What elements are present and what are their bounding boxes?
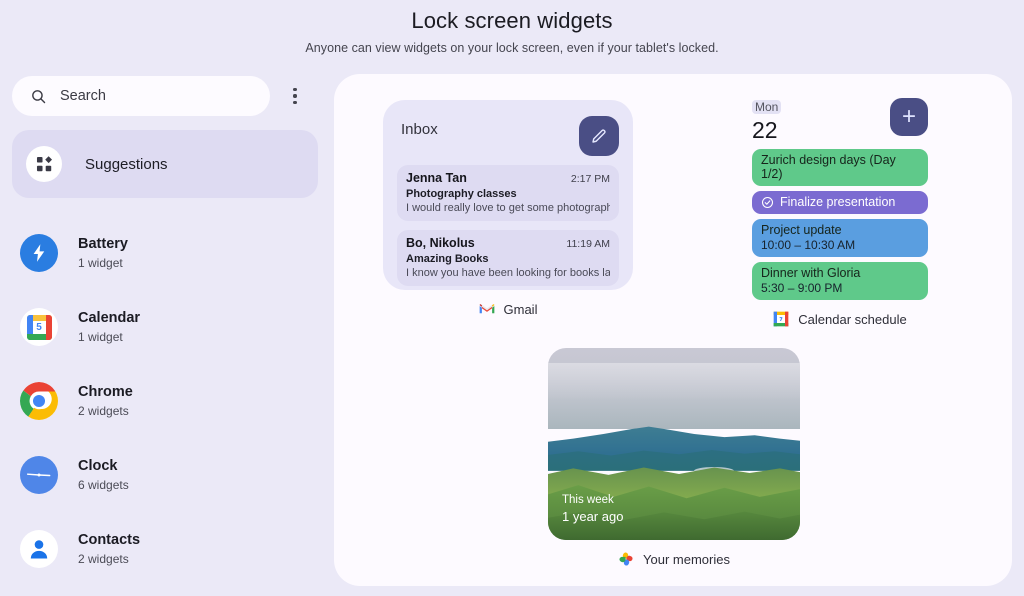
search-icon xyxy=(32,89,46,103)
calendar-widget-header: Mon 22 + xyxy=(752,98,928,144)
email-time: 11:19 AM xyxy=(566,238,610,250)
plus-icon: + xyxy=(901,103,916,130)
page-header: Lock screen widgets Anyone can view widg… xyxy=(0,8,1024,55)
calendar-event[interactable]: Project update 10:00 – 10:30 AM xyxy=(752,219,928,257)
contacts-person-icon xyxy=(20,530,58,568)
google-calendar-icon xyxy=(773,311,789,327)
gmail-widget-caption-label: Gmail xyxy=(503,301,538,317)
widget-gmail[interactable]: Inbox Jenna Tan 2:17 PM Photography clas… xyxy=(383,100,633,317)
sidebar-item-label: Chrome xyxy=(78,383,133,400)
widget-sidebar: Search Suggestions Battery 1 widget 5 Ca… xyxy=(0,70,330,590)
memories-period-label: This week xyxy=(562,494,614,506)
battery-bolt-icon xyxy=(20,234,58,272)
calendar-event[interactable]: Dinner with Gloria 5:30 – 9:00 PM xyxy=(752,262,928,300)
sidebar-item-text: Chrome 2 widgets xyxy=(78,384,133,419)
page-subtitle: Anyone can view widgets on your lock scr… xyxy=(305,41,719,55)
sidebar-item-label: Battery xyxy=(78,235,128,252)
calendar-date-block: Mon 22 xyxy=(752,98,782,143)
google-chrome-icon xyxy=(20,382,58,420)
pencil-edit-icon xyxy=(592,129,606,143)
gmail-widget-caption: Gmail xyxy=(383,301,633,317)
sidebar-item-battery[interactable]: Battery 1 widget xyxy=(20,228,320,278)
photo-far-ridge xyxy=(548,426,800,456)
gmail-widget-header: Inbox xyxy=(397,116,619,156)
calendar-event-title: Zurich design days (Day 1/2) xyxy=(761,153,896,181)
email-subject: Amazing Books xyxy=(406,253,489,265)
sidebar-item-clock[interactable]: Clock 6 widgets xyxy=(20,450,320,500)
sidebar-item-count: 1 widget xyxy=(78,255,123,270)
sidebar-item-text: Calendar 1 widget xyxy=(78,310,140,345)
search-placeholder-text: Search xyxy=(60,88,106,104)
email-row-header: Jenna Tan 2:17 PM xyxy=(406,171,610,185)
google-photos-icon xyxy=(619,552,633,566)
memories-overlay-text: This week 1 year ago xyxy=(562,492,623,526)
sidebar-item-text: Battery 1 widget xyxy=(78,236,128,271)
compose-button[interactable] xyxy=(579,116,619,156)
search-row: Search xyxy=(12,76,318,116)
sidebar-item-count: 2 widgets xyxy=(78,551,129,566)
calendar-day-of-week: Mon xyxy=(752,100,782,114)
sidebar-item-calendar[interactable]: 5 Calendar 1 widget xyxy=(20,302,320,352)
calendar-widget-caption-label: Calendar schedule xyxy=(798,311,907,327)
sidebar-item-text: Clock 6 widgets xyxy=(78,458,129,493)
sidebar-item-label: Contacts xyxy=(78,531,141,548)
sidebar-item-text: Contacts 2 widgets xyxy=(78,532,140,567)
calendar-widget-card[interactable]: Mon 22 + Zurich design days (Day 1/2) Fi… xyxy=(752,98,928,300)
calendar-event-title: Finalize presentation xyxy=(780,195,896,209)
memories-age-label: 1 year ago xyxy=(562,509,624,524)
email-row[interactable]: Bo, Nikolus 11:19 AM Amazing Books I kno… xyxy=(397,230,619,286)
clock-icon xyxy=(20,456,58,494)
widget-preview-panel: Inbox Jenna Tan 2:17 PM Photography clas… xyxy=(334,74,1012,586)
photo-sky xyxy=(548,348,800,429)
email-row-header: Bo, Nikolus 11:19 AM xyxy=(406,236,610,250)
sidebar-item-count: 6 widgets xyxy=(78,477,129,492)
more-vert-icon[interactable] xyxy=(278,79,312,113)
memories-widget-caption-label: Your memories xyxy=(643,551,730,567)
email-snippet: I know you have been looking for books l… xyxy=(406,267,610,279)
email-subject: Photography classes xyxy=(406,188,517,200)
sidebar-item-count: 2 widgets xyxy=(78,403,129,418)
calendar-event-title: Dinner with Gloria xyxy=(761,266,861,280)
widget-calendar-schedule[interactable]: Mon 22 + Zurich design days (Day 1/2) Fi… xyxy=(752,98,928,327)
email-sender: Bo, Nikolus xyxy=(406,236,475,250)
gmail-inbox-title: Inbox xyxy=(401,121,438,138)
email-time: 2:17 PM xyxy=(570,173,610,185)
add-event-button[interactable]: + xyxy=(890,98,928,136)
page-title: Lock screen widgets xyxy=(411,8,613,33)
google-calendar-icon: 5 xyxy=(20,308,58,346)
gmail-m-icon xyxy=(479,304,494,314)
email-row[interactable]: Jenna Tan 2:17 PM Photography classes I … xyxy=(397,165,619,221)
calendar-event-title: Project update xyxy=(761,223,842,237)
calendar-day-number: 22 xyxy=(752,117,778,143)
widget-your-memories[interactable]: This week 1 year ago Your memories xyxy=(548,348,800,567)
calendar-event-time: 10:00 – 10:30 AM xyxy=(761,238,856,252)
memories-photo-card[interactable]: This week 1 year ago xyxy=(548,348,800,540)
gmail-widget-card[interactable]: Inbox Jenna Tan 2:17 PM Photography clas… xyxy=(383,100,633,290)
sidebar-item-chrome[interactable]: Chrome 2 widgets xyxy=(20,376,320,426)
sidebar-item-suggestions[interactable]: Suggestions xyxy=(12,130,318,198)
email-sender: Jenna Tan xyxy=(406,171,467,185)
search-input[interactable]: Search xyxy=(12,76,270,116)
task-check-icon xyxy=(761,196,774,208)
sidebar-item-label: Clock xyxy=(78,457,118,474)
calendar-event[interactable]: Finalize presentation xyxy=(752,191,928,214)
lock-screen-widgets-page: Lock screen widgets Anyone can view widg… xyxy=(0,0,1024,596)
widgets-suggestions-icon xyxy=(26,146,62,182)
calendar-icon-day: 5 xyxy=(32,320,46,334)
calendar-event[interactable]: Zurich design days (Day 1/2) xyxy=(752,149,928,186)
sidebar-item-label: Suggestions xyxy=(85,155,168,173)
sidebar-item-label: Calendar xyxy=(78,309,141,326)
email-snippet: I would really love to get some photogra… xyxy=(406,202,610,214)
calendar-widget-caption: Calendar schedule xyxy=(752,311,928,327)
calendar-event-title-row: Finalize presentation xyxy=(761,195,919,209)
sidebar-item-count: 1 widget xyxy=(78,329,123,344)
memories-widget-caption: Your memories xyxy=(548,551,800,567)
calendar-event-time: 5:30 – 9:00 PM xyxy=(761,281,843,295)
sidebar-item-contacts[interactable]: Contacts 2 widgets xyxy=(20,524,320,574)
